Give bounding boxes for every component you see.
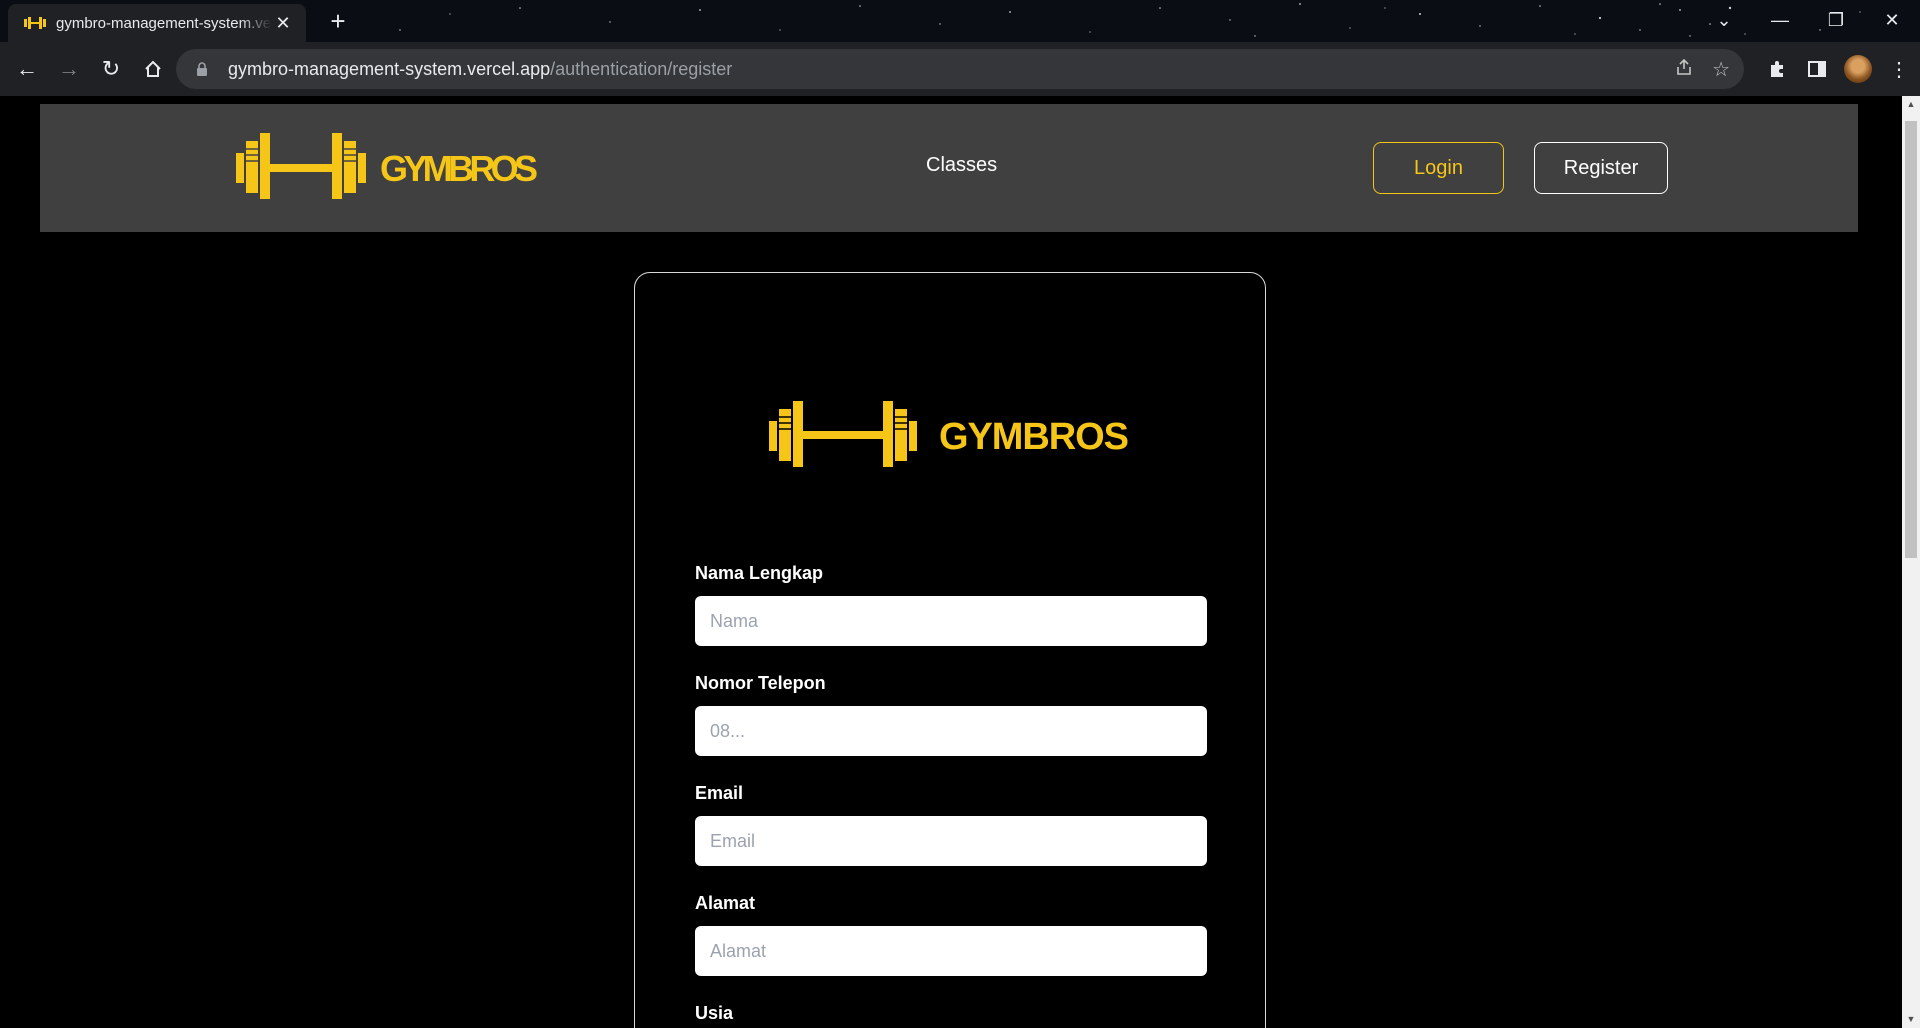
menu-kebab-icon[interactable]: ⋮ xyxy=(1886,56,1912,82)
form-logo: GYMBROS xyxy=(769,401,1135,474)
tab-search-icon[interactable]: ⌄ xyxy=(1696,0,1752,40)
svg-text:GYMBROS: GYMBROS xyxy=(939,416,1133,458)
browser-chrome: gymbro-management-system.vercel.app ✕ + … xyxy=(0,0,1920,96)
close-window-icon[interactable]: ✕ xyxy=(1864,0,1920,40)
navbar-logo[interactable]: GYMBROS xyxy=(236,131,546,208)
gymbros-favicon-icon xyxy=(24,16,46,30)
browser-tab[interactable]: gymbro-management-system.vercel.app ✕ xyxy=(8,4,306,42)
close-tab-icon[interactable]: ✕ xyxy=(272,13,294,34)
scroll-up-icon[interactable]: ▲ xyxy=(1902,96,1920,113)
profile-avatar[interactable] xyxy=(1844,55,1872,83)
register-button[interactable]: Register xyxy=(1534,142,1668,194)
name-input[interactable] xyxy=(695,596,1207,646)
tab-strip: gymbro-management-system.vercel.app ✕ + … xyxy=(0,0,1920,42)
extensions-icon[interactable] xyxy=(1764,56,1790,82)
forward-icon[interactable]: → xyxy=(50,50,88,88)
tab-title: gymbro-management-system.vercel.app xyxy=(56,14,272,32)
scroll-down-icon[interactable]: ▼ xyxy=(1902,1011,1920,1028)
address-bar[interactable]: gymbro-management-system.vercel.app/auth… xyxy=(176,49,1744,89)
lock-icon xyxy=(197,62,207,76)
new-tab-icon[interactable]: + xyxy=(324,7,352,35)
restore-icon[interactable]: ❐ xyxy=(1808,0,1864,40)
gymbros-logo-icon: GYMBROS xyxy=(769,401,1133,467)
address-label: Alamat xyxy=(695,893,756,913)
page-scrollbar[interactable]: ▲ ▼ xyxy=(1902,96,1920,1028)
nav-link-classes[interactable]: Classes xyxy=(926,154,997,177)
minimize-icon[interactable]: — xyxy=(1752,0,1808,40)
email-label: Email xyxy=(695,783,744,803)
svg-text:GYMBROS: GYMBROS xyxy=(380,148,542,189)
site-navbar: GYMBROS Classes Login Register xyxy=(40,104,1858,232)
name-label: Nama Lengkap xyxy=(695,563,824,583)
phone-label: Nomor Telepon xyxy=(695,673,826,693)
browser-toolbar: ← → ↻ gymbro-management-system.vercel.ap… xyxy=(0,42,1920,96)
address-input[interactable] xyxy=(695,926,1207,976)
home-icon[interactable] xyxy=(134,50,172,88)
back-icon[interactable]: ← xyxy=(8,50,46,88)
phone-input[interactable] xyxy=(695,706,1207,756)
bookmark-star-icon[interactable]: ☆ xyxy=(1712,57,1730,82)
age-label: Usia xyxy=(695,1003,734,1023)
gymbros-logo-icon: GYMBROS xyxy=(236,133,542,199)
url-host: gymbro-management-system.vercel.app xyxy=(228,58,551,79)
register-form-card: GYMBROS Nama Lengkap Nomor Telepon Email… xyxy=(634,272,1266,1028)
reload-icon[interactable]: ↻ xyxy=(92,50,130,88)
scroll-thumb[interactable] xyxy=(1905,121,1917,558)
url-path: /authentication/register xyxy=(550,58,733,79)
login-button[interactable]: Login xyxy=(1373,142,1504,194)
window-controls: ⌄ — ❐ ✕ xyxy=(1696,0,1920,40)
side-panel-icon[interactable] xyxy=(1804,56,1830,82)
page-viewport: GYMBROS Classes Login Register GYMBROS N… xyxy=(0,96,1902,1028)
email-input[interactable] xyxy=(695,816,1207,866)
share-icon[interactable] xyxy=(1674,57,1694,82)
